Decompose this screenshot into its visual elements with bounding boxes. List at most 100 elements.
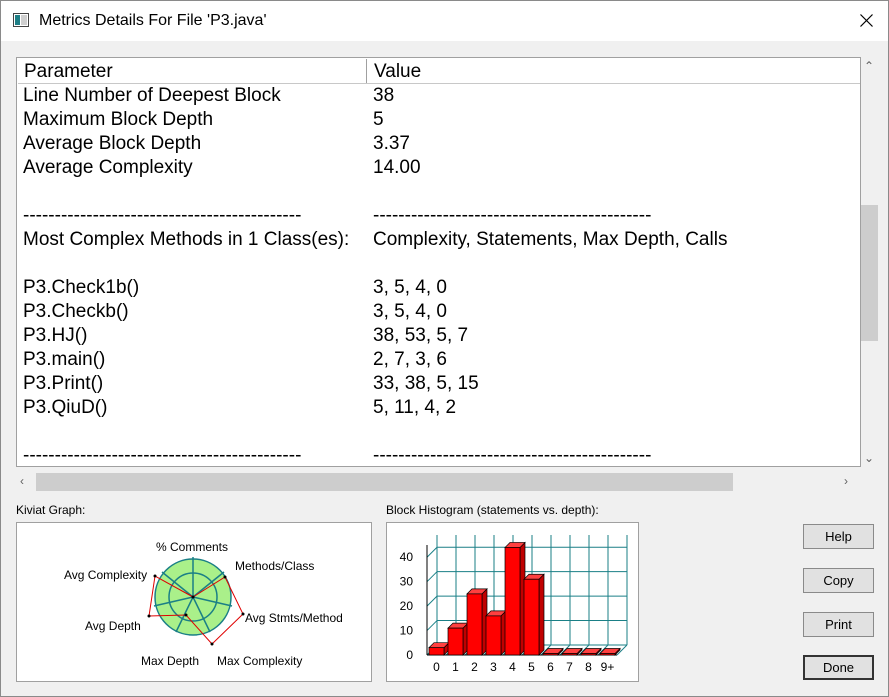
value-cell: 3.37 [373,133,410,154]
app-icon [13,13,29,27]
y-tick-label: 0 [406,648,413,662]
parameter-cell: P3.main() [23,349,106,370]
value-cell: Complexity, Statements, Max Depth, Calls [373,229,728,250]
table-row[interactable]: P3.Print() 33, 38, 5, 15 [18,372,860,396]
table-row[interactable]: ----------------------------------------… [18,444,860,466]
column-header-parameter[interactable]: Parameter [24,59,113,83]
table-row[interactable]: Line Number of Deepest Block 38 [18,84,860,108]
x-tick-label: 1 [452,660,459,674]
x-tick-label: 8 [585,660,592,674]
print-button[interactable]: Print [803,612,874,637]
value-cell: 3, 5, 4, 0 [373,301,447,322]
histogram-bar-side [538,573,545,656]
kiviat-axis-label: Max Depth [141,654,199,668]
value-cell: ----------------------------------------… [373,205,652,226]
value-cell: 5, 11, 4, 2 [373,397,457,418]
x-tick-label: 7 [566,660,573,674]
parameter-cell: ----------------------------------------… [23,205,302,226]
horizontal-scrollbar[interactable]: ‹ › [16,467,861,497]
kiviat-axis-label: Max Complexity [217,654,302,668]
table-row[interactable]: Maximum Block Depth 5 [18,108,860,132]
table-row[interactable]: Most Complex Methods in 1 Class(es): Comp… [18,228,860,252]
table-row[interactable] [18,180,860,204]
table-row[interactable]: P3.Check1b() 3, 5, 4, 0 [18,276,860,300]
value-cell: 33, 38, 5, 15 [373,373,479,394]
parameter-cell: Average Block Depth [23,133,202,154]
vertical-scrollbar[interactable]: ⌃ ⌄ [861,57,878,467]
histogram-bar [485,615,502,656]
histogram-bar [599,653,616,656]
scroll-up-icon[interactable]: ⌃ [864,59,874,73]
parameter-cell: Average Complexity [23,157,193,178]
x-tick-label: 5 [528,660,535,674]
value-cell: ----------------------------------------… [373,445,652,466]
title-bar: Metrics Details For File 'P3.java' [1,1,888,41]
kiviat-axis-label: Avg Depth [85,619,141,633]
parameter-cell: P3.Check1b() [23,277,140,298]
help-button[interactable]: Help [803,524,874,549]
parameter-cell: P3.Print() [23,373,104,394]
histogram-bar [447,627,464,656]
scroll-left-icon[interactable]: ‹ [20,474,24,488]
table-row[interactable] [18,252,860,276]
table-row[interactable]: P3.Checkb() 3, 5, 4, 0 [18,300,860,324]
close-icon [860,14,873,27]
value-cell: 38 [373,85,395,106]
y-tick-label: 20 [400,599,414,613]
x-tick-label: 2 [471,660,478,674]
x-tick-label: 9+ [601,660,615,674]
parameter-cell: P3.Checkb() [23,301,129,322]
table-row[interactable]: P3.QiuD() 5, 11, 4, 2 [18,396,860,420]
copy-button[interactable]: Copy [803,568,874,593]
list-rows: Line Number of Deepest Block 38 Maximum Bl… [18,84,860,466]
table-row[interactable] [18,420,860,444]
done-button[interactable]: Done [803,655,874,680]
kiviat-axis-label: Avg Complexity [64,568,147,582]
metrics-list[interactable]: Parameter Value Line Number of Deepest B… [16,57,861,467]
metrics-dialog: Metrics Details For File 'P3.java' Param… [0,0,889,697]
table-row[interactable]: Average Block Depth 3.37 [18,132,860,156]
value-cell: 3, 5, 4, 0 [373,277,447,298]
window-title: Metrics Details For File 'P3.java' [39,12,267,29]
value-cell: 14.00 [373,157,421,178]
parameter-cell: Maximum Block Depth [23,109,214,130]
value-cell: 38, 53, 5, 7 [373,325,469,346]
histogram-bar [466,593,483,656]
kiviat-graph: % Comments Methods/Class Avg Stmts/Metho… [16,522,372,682]
horizontal-scroll-thumb[interactable] [36,473,733,491]
histogram-bar [542,653,559,656]
table-row[interactable]: ----------------------------------------… [18,204,860,228]
table-row[interactable]: P3.main() 2, 7, 3, 6 [18,348,860,372]
table-row[interactable]: Average Complexity 14.00 [18,156,860,180]
list-header: Parameter Value [18,59,860,84]
x-tick-label: 4 [509,660,516,674]
close-button[interactable] [844,1,888,41]
kiviat-axis-label: % Comments [156,540,228,554]
parameter-cell: ----------------------------------------… [23,445,302,466]
parameter-cell: Line Number of Deepest Block [23,85,281,106]
kiviat-axis-label: Methods/Class [235,559,314,573]
histogram-bar [561,653,578,656]
scroll-down-icon[interactable]: ⌄ [864,451,874,465]
x-tick-label: 0 [433,660,440,674]
histogram-bar [428,647,445,656]
parameter-cell: Most Complex Methods in 1 Class(es): [23,229,350,250]
y-tick-label: 40 [400,550,414,564]
table-row[interactable]: P3.HJ() 38, 53, 5, 7 [18,324,860,348]
histogram-bar [523,578,540,656]
kiviat-label: Kiviat Graph: [16,503,86,517]
x-tick-label: 3 [490,660,497,674]
column-header-value[interactable]: Value [374,59,421,83]
x-tick-label: 6 [547,660,554,674]
column-divider[interactable] [366,59,367,83]
block-histogram: 0 10 20 30 40 0 1 2 3 4 5 6 7 8 9+ [386,522,639,682]
value-cell: 2, 7, 3, 6 [373,349,447,370]
histogram-bar [504,547,521,656]
y-tick-label: 10 [400,624,414,638]
kiviat-axis-label: Avg Stmts/Method [245,611,343,625]
scroll-right-icon[interactable]: › [844,474,848,488]
value-cell: 5 [373,109,384,130]
vertical-scroll-thumb[interactable] [861,205,878,341]
y-tick-label: 30 [400,575,414,589]
histogram-bar [580,653,597,656]
